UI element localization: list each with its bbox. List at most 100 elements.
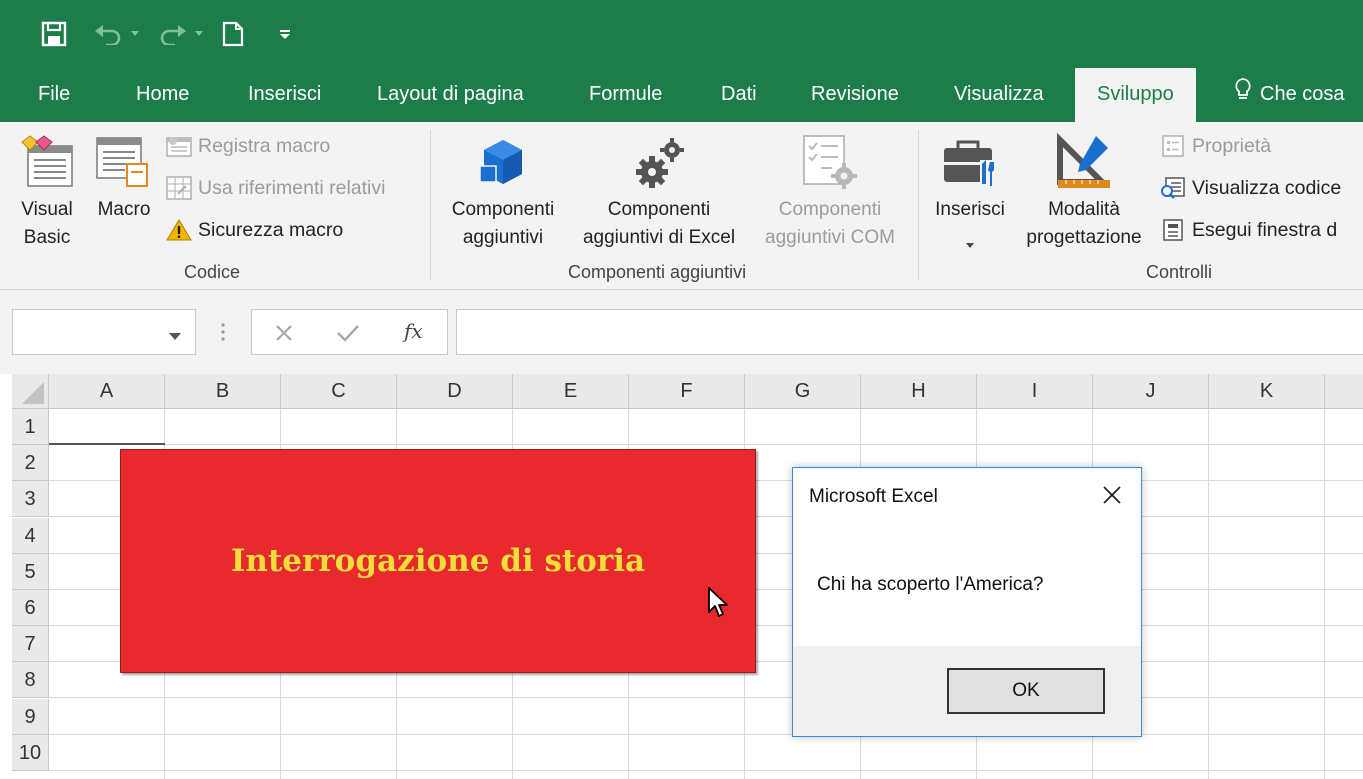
componenti-excel-button[interactable]: Componenti aggiuntivi di Excel	[570, 130, 748, 256]
registra-macro-button[interactable]: Registra macro	[166, 134, 330, 158]
view-code-icon	[1160, 176, 1186, 200]
tab-dati[interactable]: Dati	[721, 66, 757, 122]
row-header-8[interactable]: 8	[12, 662, 49, 699]
row-header-6[interactable]: 6	[12, 590, 49, 626]
name-box-dropdown-icon[interactable]	[169, 328, 181, 346]
macro-label: Macro	[97, 199, 151, 220]
tab-file[interactable]: File	[38, 66, 70, 122]
inserisci-control-label: Inserisci	[935, 199, 1005, 220]
row-header-1[interactable]: 1	[12, 409, 49, 445]
column-header-g[interactable]: G	[745, 374, 861, 409]
visual-basic-button[interactable]: Visual Basic	[14, 130, 80, 256]
tab-visualizza[interactable]: Visualizza	[954, 66, 1044, 122]
ribbon-tabs: File Home Inserisci Layout di pagina For…	[0, 66, 1363, 122]
column-header-e[interactable]: E	[513, 374, 629, 409]
sicurezza-macro-button[interactable]: Sicurezza macro	[166, 218, 343, 242]
tell-me-label: Che cosa	[1260, 83, 1345, 105]
record-macro-icon	[166, 134, 192, 158]
active-cell-a1[interactable]	[49, 409, 165, 445]
gears-icon	[634, 134, 688, 195]
column-gridline	[1208, 409, 1209, 779]
toolbox-icon	[942, 136, 1000, 195]
visual-basic-label-1: Visual	[21, 199, 73, 220]
name-box[interactable]	[12, 309, 196, 355]
proprieta-label: Proprietà	[1192, 134, 1272, 157]
tab-formule[interactable]: Formule	[589, 66, 662, 122]
interrogazione-button-shape[interactable]: Interrogazione di storia	[120, 449, 756, 673]
message-box-dialog: Microsoft Excel Chi ha scoperto l'Americ…	[792, 467, 1142, 737]
proprieta-button[interactable]: Proprietà	[1160, 134, 1271, 158]
undo-icon[interactable]	[92, 18, 126, 50]
row-header-10[interactable]: 10	[12, 734, 49, 771]
inserisci-dropdown-icon	[966, 236, 974, 254]
column-header-f[interactable]: F	[629, 374, 745, 409]
group-label-codice: Codice	[184, 262, 241, 282]
esegui-finestra-button[interactable]: Esegui finestra d	[1160, 218, 1337, 242]
select-all-corner[interactable]	[12, 374, 49, 409]
componenti-com-label-1: Componenti	[778, 199, 882, 220]
tab-layout[interactable]: Layout di pagina	[377, 66, 524, 122]
modalita-progettazione-button[interactable]: Modalità progettazione	[1016, 130, 1152, 256]
insert-function-icon[interactable]: fx	[404, 319, 423, 343]
enter-check-icon[interactable]	[336, 323, 360, 348]
formula-bar-grip-icon[interactable]	[220, 322, 226, 347]
save-icon[interactable]	[38, 18, 70, 50]
ok-button[interactable]: OK	[947, 668, 1105, 714]
usa-riferimenti-button[interactable]: Usa riferimenti relativi	[166, 176, 385, 200]
row-gridline	[49, 444, 1363, 445]
tab-inserisci[interactable]: Inserisci	[248, 66, 321, 122]
column-header-c[interactable]: C	[281, 374, 397, 409]
row-header-9[interactable]: 9	[12, 698, 49, 735]
row-header-7[interactable]: 7	[12, 626, 49, 663]
group-separator	[430, 130, 431, 280]
row-header-5[interactable]: 5	[12, 553, 49, 590]
column-header-h[interactable]: H	[861, 374, 977, 409]
group-separator	[918, 130, 919, 280]
redo-dropdown-icon[interactable]	[192, 18, 206, 50]
properties-icon	[1160, 134, 1186, 158]
tab-revisione[interactable]: Revisione	[811, 66, 899, 122]
column-header-k[interactable]: K	[1209, 374, 1325, 409]
tab-home[interactable]: Home	[136, 66, 189, 122]
dialog-title: Microsoft Excel	[809, 486, 938, 507]
row-header-4[interactable]: 4	[12, 517, 49, 554]
design-mode-icon	[1056, 132, 1116, 195]
formula-input[interactable]	[456, 309, 1363, 355]
macro-button[interactable]: Macro	[90, 130, 158, 230]
row-header-2[interactable]: 2	[12, 445, 49, 482]
undo-dropdown-icon[interactable]	[128, 18, 142, 50]
componenti-excel-label-1: Componenti	[607, 199, 711, 220]
componenti-com-button[interactable]: Componenti aggiuntivi COM	[752, 130, 908, 256]
column-header-i[interactable]: I	[977, 374, 1093, 409]
warning-icon	[166, 218, 192, 242]
close-icon[interactable]	[1099, 482, 1125, 508]
customize-icon[interactable]	[274, 18, 296, 50]
column-header-d[interactable]: D	[397, 374, 513, 409]
row-header-3[interactable]: 3	[12, 481, 49, 518]
dialog-footer: OK	[793, 646, 1141, 736]
usa-riferimenti-label: Usa riferimenti relativi	[198, 176, 386, 199]
macro-icon	[95, 134, 153, 195]
esegui-finestra-label: Esegui finestra d	[1192, 218, 1338, 241]
inserisci-control-button[interactable]: Inserisci	[926, 130, 1014, 256]
column-header-b[interactable]: B	[165, 374, 281, 409]
componenti-aggiuntivi-button[interactable]: Componenti aggiuntivi	[440, 130, 566, 256]
dialog-message: Chi ha scoperto l'America?	[817, 574, 1044, 595]
column-header-j[interactable]: J	[1093, 374, 1209, 409]
componenti-aggiuntivi-label-2: aggiuntivi	[462, 227, 544, 248]
group-label-componenti: Componenti aggiuntivi	[568, 262, 747, 282]
cancel-icon[interactable]	[274, 323, 294, 348]
componenti-excel-label-2: aggiuntivi di Excel	[582, 227, 736, 248]
com-add-ins-icon	[802, 134, 858, 195]
shape-label: Interrogazione di storia	[230, 543, 646, 579]
run-dialog-icon	[1160, 218, 1186, 242]
column-header-a[interactable]: A	[49, 374, 165, 409]
redo-icon[interactable]	[155, 18, 189, 50]
column-gridline	[1324, 409, 1325, 779]
formula-buttons: fx	[251, 309, 448, 355]
new-file-icon[interactable]	[218, 18, 248, 50]
tab-sviluppo[interactable]: Sviluppo	[1075, 68, 1196, 122]
modalita-label-1: Modalità	[1048, 199, 1120, 220]
tell-me-search[interactable]: Che cosa	[1234, 66, 1345, 122]
visualizza-codice-button[interactable]: Visualizza codice	[1160, 176, 1341, 200]
